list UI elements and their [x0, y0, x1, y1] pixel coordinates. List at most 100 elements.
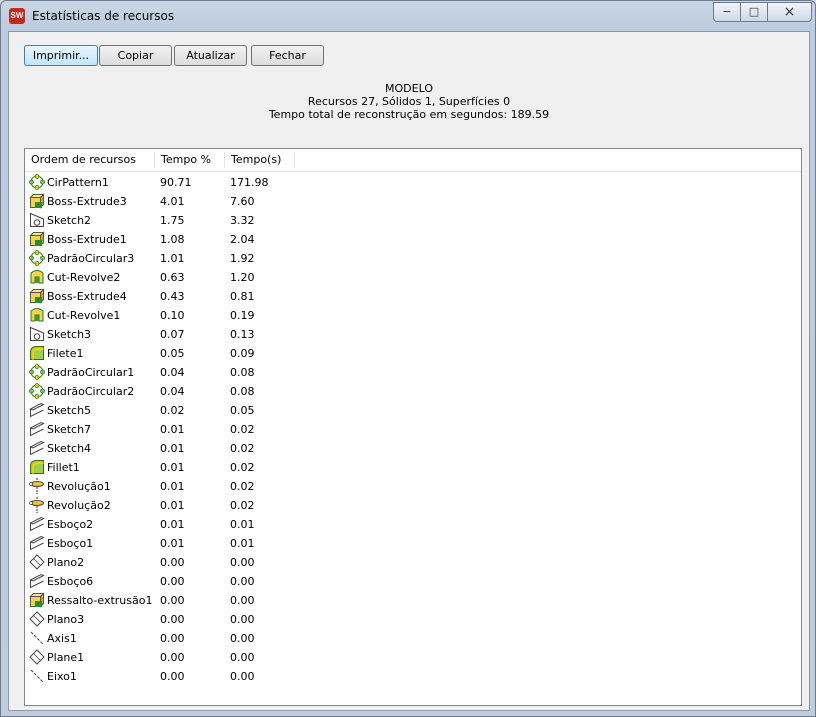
time-seconds-cell: 0.08 — [230, 385, 255, 398]
rebuild-time: Tempo total de reconstrução em segundos:… — [268, 108, 550, 121]
table-row[interactable]: Plano3 0.00 0.00 — [25, 610, 801, 629]
maximize-button[interactable]: □ — [740, 2, 768, 22]
time-percent-cell: 0.00 — [160, 613, 185, 626]
table-row[interactable]: Revolução1 0.01 0.02 — [25, 477, 801, 496]
time-seconds-cell: 7.60 — [230, 195, 255, 208]
table-row[interactable]: Revolução2 0.01 0.02 — [25, 496, 801, 515]
time-seconds-cell: 0.00 — [230, 670, 255, 683]
feature-name: Eixo1 — [47, 670, 77, 683]
time-percent-cell: 0.10 — [160, 309, 185, 322]
time-seconds-cell: 0.08 — [230, 366, 255, 379]
fillet-icon — [29, 459, 45, 475]
table-row[interactable]: Plano2 0.00 0.00 — [25, 553, 801, 572]
feature-name: Revolução2 — [47, 499, 111, 512]
circular-pattern-icon — [29, 250, 45, 266]
feature-name: Axis1 — [47, 632, 77, 645]
table-row[interactable]: Boss-Extrude1 1.08 2.04 — [25, 230, 801, 249]
feature-name: Boss-Extrude4 — [47, 290, 127, 303]
sketch-line-icon — [29, 421, 45, 437]
time-seconds-cell: 0.00 — [230, 651, 255, 664]
time-seconds-cell: 0.01 — [230, 537, 255, 550]
table-row[interactable]: Esboço2 0.01 0.01 — [25, 515, 801, 534]
table-row[interactable]: Filete1 0.05 0.09 — [25, 344, 801, 363]
feature-name: Boss-Extrude3 — [47, 195, 127, 208]
revolve-icon — [29, 478, 45, 494]
dialog-client-area: Imprimir... Copiar Atualizar Fechar MODE… — [8, 31, 810, 711]
revolve-icon — [29, 497, 45, 513]
time-percent-cell: 0.01 — [160, 518, 185, 531]
solidworks-app-icon[interactable]: SW — [9, 8, 25, 24]
table-row[interactable]: Eixo1 0.00 0.00 — [25, 667, 801, 686]
feature-statistics-list[interactable]: Ordem de recursos Tempo % Tempo(s) CirPa… — [24, 148, 802, 706]
close-button[interactable]: Fechar — [251, 45, 324, 66]
sketch-line-icon — [29, 516, 45, 532]
time-seconds-cell: 0.02 — [230, 461, 255, 474]
feature-name: Cut-Revolve1 — [47, 309, 121, 322]
table-row[interactable]: Fillet1 0.01 0.02 — [25, 458, 801, 477]
time-percent-cell: 0.00 — [160, 594, 185, 607]
table-row[interactable]: Cut-Revolve2 0.63 1.20 — [25, 268, 801, 287]
feature-name: Cut-Revolve2 — [47, 271, 121, 284]
table-row[interactable]: PadrãoCircular2 0.04 0.08 — [25, 382, 801, 401]
cut-revolve-icon — [29, 307, 45, 323]
title-bar[interactable]: SW Estatísticas de recursos − □ × — [1, 1, 815, 31]
feature-name: Sketch5 — [47, 404, 92, 417]
time-percent-cell: 0.01 — [160, 461, 185, 474]
feature-name: Plane1 — [47, 651, 85, 664]
print-button[interactable]: Imprimir... — [24, 45, 98, 66]
feature-name: PadrãoCircular1 — [47, 366, 135, 379]
time-percent-cell: 1.01 — [160, 252, 185, 265]
axis-icon — [29, 630, 45, 646]
feature-name: Sketch7 — [47, 423, 92, 436]
time-percent-cell: 4.01 — [160, 195, 185, 208]
circular-pattern-icon — [29, 383, 45, 399]
table-row[interactable]: Sketch2 1.75 3.32 — [25, 211, 801, 230]
model-label: MODELO — [385, 82, 433, 95]
table-row[interactable]: Sketch5 0.02 0.05 — [25, 401, 801, 420]
feature-name: CirPattern1 — [47, 176, 109, 189]
table-row[interactable]: Sketch7 0.01 0.02 — [25, 420, 801, 439]
time-percent-cell: 0.01 — [160, 480, 185, 493]
feature-name: Ressalto-extrusão1 — [47, 594, 153, 607]
time-percent-cell: 0.02 — [160, 404, 185, 417]
list-header: Ordem de recursos Tempo % Tempo(s) — [25, 149, 801, 172]
table-row[interactable]: PadrãoCircular1 0.04 0.08 — [25, 363, 801, 382]
table-row[interactable]: CirPattern1 90.71 171.98 — [25, 173, 801, 192]
time-seconds-cell: 0.81 — [230, 290, 255, 303]
table-row[interactable]: Ressalto-extrusão1 0.00 0.00 — [25, 591, 801, 610]
table-row[interactable]: Boss-Extrude4 0.43 0.81 — [25, 287, 801, 306]
table-row[interactable]: Esboço6 0.00 0.00 — [25, 572, 801, 591]
feature-name: PadrãoCircular2 — [47, 385, 135, 398]
time-seconds-cell: 1.92 — [230, 252, 255, 265]
column-header-feature-order[interactable]: Ordem de recursos — [25, 149, 154, 171]
table-row[interactable]: Sketch3 0.07 0.13 — [25, 325, 801, 344]
table-row[interactable]: Esboço1 0.01 0.01 — [25, 534, 801, 553]
table-row[interactable]: Cut-Revolve1 0.10 0.19 — [25, 306, 801, 325]
plane-icon — [29, 554, 45, 570]
time-percent-cell: 0.43 — [160, 290, 185, 303]
time-percent-cell: 0.00 — [160, 575, 185, 588]
column-header-time-percent[interactable]: Tempo % — [155, 149, 225, 171]
time-seconds-cell: 0.01 — [230, 518, 255, 531]
minimize-button[interactable]: − — [713, 2, 741, 22]
time-seconds-cell: 0.02 — [230, 442, 255, 455]
table-row[interactable]: Plane1 0.00 0.00 — [25, 648, 801, 667]
column-header-time-seconds[interactable]: Tempo(s) — [225, 149, 295, 171]
copy-button[interactable]: Copiar — [99, 45, 172, 66]
boss-extrude-icon — [29, 231, 45, 247]
sketch-line-icon — [29, 402, 45, 418]
table-row[interactable]: Boss-Extrude3 4.01 7.60 — [25, 192, 801, 211]
table-row[interactable]: Axis1 0.00 0.00 — [25, 629, 801, 648]
table-row[interactable]: Sketch4 0.01 0.02 — [25, 439, 801, 458]
close-window-button[interactable]: × — [767, 2, 812, 22]
table-row[interactable]: PadrãoCircular3 1.01 1.92 — [25, 249, 801, 268]
time-percent-cell: 1.75 — [160, 214, 185, 227]
cut-revolve-icon — [29, 269, 45, 285]
time-seconds-cell: 0.00 — [230, 575, 255, 588]
time-percent-cell: 0.01 — [160, 423, 185, 436]
feature-name: Boss-Extrude1 — [47, 233, 127, 246]
feature-name: Revolução1 — [47, 480, 111, 493]
time-percent-cell: 0.00 — [160, 632, 185, 645]
column-divider[interactable] — [294, 152, 295, 168]
refresh-button[interactable]: Atualizar — [174, 45, 247, 66]
